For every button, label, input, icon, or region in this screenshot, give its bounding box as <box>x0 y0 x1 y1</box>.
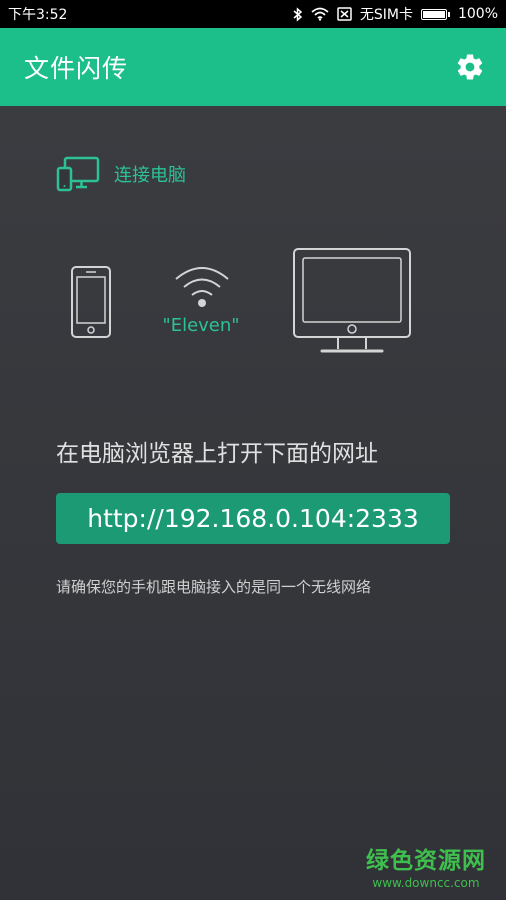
wifi-icon <box>175 267 229 307</box>
watermark: 绿色资源网 www.downcc.com <box>366 841 486 890</box>
app-title: 文件闪传 <box>24 54 129 83</box>
devices-icon <box>56 156 100 192</box>
gear-icon <box>457 54 483 80</box>
watermark-url: www.downcc.com <box>372 876 480 890</box>
url-button[interactable]: http://192.168.0.104:2333 <box>56 493 450 544</box>
wifi-signal-icon <box>311 7 329 21</box>
no-sim-icon <box>337 7 352 21</box>
instruction-text: 在电脑浏览器上打开下面的网址 <box>56 441 378 467</box>
connect-computer-row[interactable]: 连接电脑 <box>56 156 186 192</box>
carrier-label: 无SIM卡 <box>359 7 413 23</box>
phone-icon <box>71 266 111 338</box>
battery-icon <box>420 8 450 20</box>
status-time: 下午3:52 <box>8 7 68 23</box>
watermark-title: 绿色资源网 <box>366 848 486 874</box>
battery-percent: 100% <box>457 6 498 22</box>
bluetooth-icon <box>293 6 303 22</box>
battery-fill <box>422 10 445 18</box>
status-icons: 无SIM卡 100% <box>293 4 498 24</box>
app-bar: 文件闪传 <box>0 28 506 106</box>
wifi-ssid: "Eleven" <box>162 315 240 336</box>
status-bar: 下午3:52 无SIM卡 100% <box>0 0 506 28</box>
main-content: 连接电脑 "Eleven" 在电脑浏览器上打开下面的网址 http://192.… <box>0 106 506 900</box>
monitor-icon <box>293 248 411 353</box>
settings-button[interactable] <box>454 51 486 83</box>
devices-illustration: "Eleven" <box>0 241 506 361</box>
connect-computer-label: 连接电脑 <box>114 165 186 186</box>
network-note: 请确保您的手机跟电脑接入的是同一个无线网络 <box>56 578 372 596</box>
